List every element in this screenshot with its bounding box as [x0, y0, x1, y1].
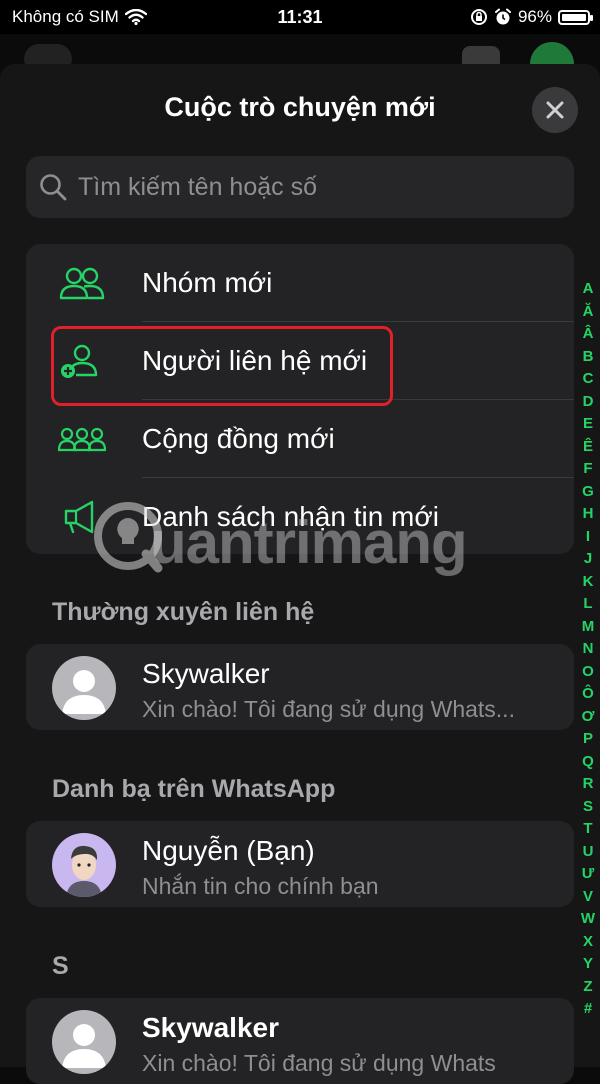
contact-status: Xin chào! Tôi đang sử dụng Whats... — [142, 696, 515, 722]
search-icon — [40, 174, 67, 201]
new-community-label: Cộng đồng mới — [142, 423, 335, 454]
index-letter[interactable]: S — [576, 796, 600, 819]
contact-name: Skywalker — [142, 1012, 279, 1043]
close-icon — [546, 101, 564, 119]
watermark-text: uantrimang — [150, 509, 468, 576]
index-letter[interactable]: D — [576, 391, 600, 414]
battery-icon — [558, 9, 593, 25]
status-right: 96% — [470, 7, 593, 27]
index-letter[interactable]: V — [576, 886, 600, 909]
index-letter[interactable]: B — [576, 346, 600, 369]
index-letter[interactable]: R — [576, 773, 600, 796]
memoji-avatar-icon — [66, 845, 102, 897]
index-letter[interactable]: O — [576, 661, 600, 684]
default-avatar-icon — [62, 1024, 106, 1068]
whatsapp-contacts-heading: Danh bạ trên WhatsApp — [52, 775, 336, 803]
index-letter[interactable]: G — [576, 481, 600, 504]
rotation-lock-icon — [470, 9, 487, 25]
contact-row[interactable]: Nguyễn (Bạn) Nhắn tin cho chính bạn — [26, 821, 574, 907]
index-letter[interactable]: I — [576, 526, 600, 549]
index-letter[interactable]: Ă — [576, 301, 600, 324]
index-letter[interactable]: Q — [576, 751, 600, 774]
contact-row[interactable]: Skywalker Xin chào! Tôi đang sử dụng Wha… — [26, 998, 574, 1084]
contact-name: Nguyễn (Bạn) — [142, 835, 315, 866]
index-letter[interactable]: T — [576, 818, 600, 841]
close-button[interactable] — [532, 87, 578, 133]
index-letter[interactable]: N — [576, 638, 600, 661]
highlight-box — [51, 326, 393, 406]
index-letter[interactable]: Ê — [576, 436, 600, 459]
alarm-icon — [494, 8, 511, 25]
index-letter[interactable]: C — [576, 368, 600, 391]
index-letter[interactable]: # — [576, 998, 600, 1021]
frequent-heading: Thường xuyên liên hệ — [52, 598, 315, 626]
index-letter[interactable]: Â — [576, 323, 600, 346]
index-letter[interactable]: A — [576, 278, 600, 301]
search-input[interactable] — [76, 171, 560, 203]
battery-percent: 96% — [517, 7, 552, 26]
status-bar: Không có SIM 11:31 96% — [0, 0, 600, 34]
avatar — [52, 656, 116, 720]
new-community-row[interactable]: Cộng đồng mới — [26, 400, 574, 478]
contact-name: Skywalker — [142, 658, 270, 689]
index-letter[interactable]: K — [576, 571, 600, 594]
index-letter[interactable]: W — [576, 908, 600, 931]
index-letter[interactable]: Z — [576, 976, 600, 999]
sheet-title: Cuộc trò chuyện mới — [164, 92, 436, 122]
index-letter[interactable]: Ơ — [576, 706, 600, 729]
index-letter[interactable]: Ư — [576, 863, 600, 886]
letter-heading: S — [52, 952, 69, 980]
index-letter[interactable]: M — [576, 616, 600, 639]
community-icon — [58, 427, 106, 452]
alphabet-index[interactable]: A Ă Â B C D E Ê F G H I J K L M N O Ô Ơ P Q R S T U Ư V W X Y Z # — [576, 278, 600, 1021]
avatar — [52, 833, 116, 897]
new-group-row[interactable]: Nhóm mới — [26, 244, 574, 322]
index-letter[interactable]: F — [576, 458, 600, 481]
contact-row[interactable]: Skywalker Xin chào! Tôi đang sử dụng Wha… — [26, 644, 574, 730]
group-icon — [59, 267, 105, 300]
index-letter[interactable]: Y — [576, 953, 600, 976]
index-letter[interactable]: P — [576, 728, 600, 751]
search-bar[interactable] — [26, 156, 574, 218]
contact-status: Xin chào! Tôi đang sử dụng Whats — [142, 1050, 496, 1076]
default-avatar-icon — [62, 670, 106, 714]
index-letter[interactable]: L — [576, 593, 600, 616]
index-letter[interactable]: J — [576, 548, 600, 571]
index-letter[interactable]: H — [576, 503, 600, 526]
new-group-label: Nhóm mới — [142, 267, 273, 298]
avatar — [52, 1010, 116, 1074]
index-letter[interactable]: U — [576, 841, 600, 864]
index-letter[interactable]: X — [576, 931, 600, 954]
contact-status: Nhắn tin cho chính bạn — [142, 873, 379, 899]
index-letter[interactable]: Ô — [576, 683, 600, 706]
index-letter[interactable]: E — [576, 413, 600, 436]
